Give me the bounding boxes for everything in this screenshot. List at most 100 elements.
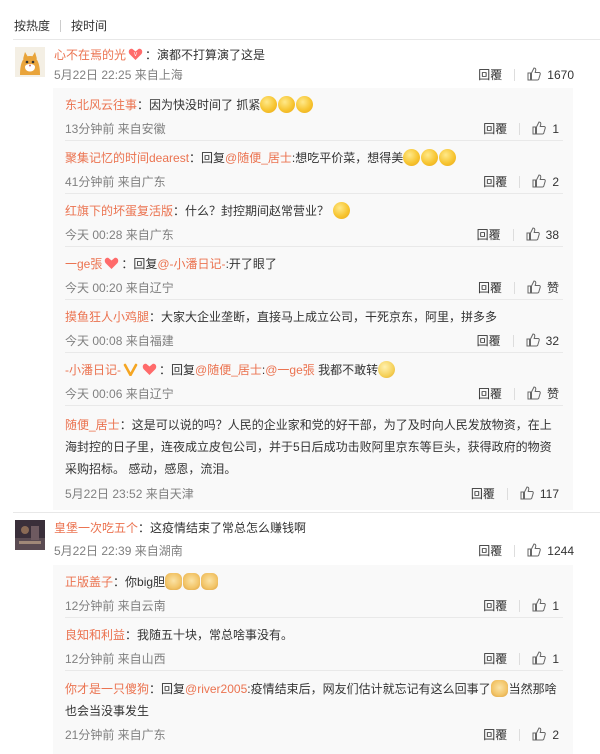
reply-actions: 回覆 2 <box>483 726 559 743</box>
divider <box>65 246 563 247</box>
reply-button[interactable]: 回覆 <box>478 385 502 402</box>
like-button[interactable]: 1 <box>532 121 559 136</box>
doge-emoji-icon <box>183 573 201 590</box>
like-button[interactable]: 38 <box>526 227 559 242</box>
fan-badge-icon: V <box>128 48 143 60</box>
like-button[interactable]: 1 <box>532 651 559 666</box>
thumbs-up-icon <box>532 121 547 135</box>
like-count: 赞 <box>546 387 559 401</box>
reply-actions: 回覆 117 <box>471 485 559 502</box>
reply-button[interactable]: 回覆 <box>478 542 502 559</box>
reply-meta: 13分钟前 来自安徽 <box>65 122 166 136</box>
reply-text: 良知和利益：我随五十块，常总啥事没有。 <box>65 628 294 642</box>
username-link[interactable]: 摸鱼狂人小鸡腿 <box>65 310 149 324</box>
reply-text: 红旗下的坏蛋复活版：什么？封控期间赵常营业？ <box>65 202 351 220</box>
like-button[interactable]: 1 <box>532 598 559 613</box>
like-count: 1 <box>552 122 559 136</box>
like-count: 1244 <box>547 544 574 558</box>
divider <box>65 193 563 194</box>
like-button[interactable]: 赞 <box>527 385 559 402</box>
smile-emoji-icon <box>403 149 421 166</box>
like-button[interactable]: 32 <box>526 333 559 348</box>
like-count: 32 <box>545 334 559 348</box>
like-button[interactable]: 赞 <box>527 279 559 296</box>
reply-actions: 回覆 1 <box>483 597 559 614</box>
reply-text: 你才是一只傻狗：回复@river2005:疫情结束后，网友们估计就忘记有这么回事… <box>65 680 557 718</box>
reply-meta: 12分钟前 来自山西 <box>65 652 166 666</box>
username-link[interactable]: -小潘日记- <box>65 363 121 377</box>
like-button[interactable]: 2 <box>532 174 559 189</box>
comment-text: 心不在焉的光 V ：演都不打算演了这是 <box>54 48 266 62</box>
username-link[interactable]: 你才是一只傻狗 <box>65 682 149 696</box>
reply-text: 随便_居士：这是可以说的吗？人民的企业家和党的好干部，为了及时向人民发放物资，在… <box>65 418 552 476</box>
reply-button[interactable]: 回覆 <box>483 726 507 743</box>
divider <box>519 123 521 135</box>
username-link[interactable]: 东北风云往事 <box>65 98 137 112</box>
reply-button[interactable]: 回覆 <box>478 66 502 83</box>
divider <box>514 545 516 557</box>
divider <box>519 653 521 665</box>
avatar[interactable] <box>15 520 45 550</box>
comment-actions: 回覆 1670 <box>478 66 574 83</box>
reply-button[interactable]: 回覆 <box>483 120 507 137</box>
like-button[interactable]: 2 <box>532 727 559 742</box>
mention-link[interactable]: @随便_居士 <box>225 151 292 165</box>
doge-emoji-icon <box>165 573 183 590</box>
sort-by-hot-tab[interactable]: 按热度 <box>14 17 50 34</box>
reply-button[interactable]: 回覆 <box>478 279 502 296</box>
reply-meta: 今天 00:28 来自广东 <box>65 228 174 242</box>
like-button[interactable]: 1244 <box>527 543 574 558</box>
reply-button[interactable]: 回覆 <box>483 597 507 614</box>
reply-text: 东北风云往事：因为快没时间了 抓紧 <box>65 96 314 114</box>
like-button[interactable]: 117 <box>520 486 559 501</box>
reply-meta: 21分钟前 来自广东 <box>65 728 166 742</box>
mention-link[interactable]: @river2005 <box>185 682 247 696</box>
mention-link[interactable]: @一ge張 <box>265 363 315 377</box>
reply-actions: 回覆 38 <box>477 226 559 243</box>
thumbs-up-icon <box>532 727 547 741</box>
fan-badge-icon <box>105 257 119 269</box>
reply-meta: 41分钟前 来自广东 <box>65 175 166 189</box>
username-link[interactable]: 聚集记忆的时间dearest <box>65 151 189 165</box>
comment-text: 皇堡一次吃五个：这疫情结束了常总怎么赚钱啊 <box>54 521 307 535</box>
like-button[interactable]: 1670 <box>527 67 574 82</box>
thumbs-up-icon <box>532 174 547 188</box>
divider <box>514 69 516 81</box>
username-link[interactable]: 良知和利益 <box>65 628 125 642</box>
username-link[interactable]: 皇堡一次吃五个 <box>54 521 138 535</box>
thumbs-up-icon <box>526 333 540 347</box>
like-count: 2 <box>552 728 559 742</box>
reply-meta: 12分钟前 来自云南 <box>65 599 166 613</box>
username-link[interactable]: 一ge張 <box>65 257 102 271</box>
reply-list: 东北风云往事：因为快没时间了 抓紧 13分钟前 来自安徽 回覆 1 聚集记忆的时间… <box>53 88 573 510</box>
username-link[interactable]: 心不在焉的光 <box>54 48 126 62</box>
username-link[interactable]: 随便_居士 <box>65 418 120 432</box>
divider <box>519 729 521 741</box>
username-link[interactable]: 正版盖子 <box>65 575 113 589</box>
reply-actions: 回覆 2 <box>483 173 559 190</box>
verified-v-icon <box>123 363 138 376</box>
like-count: 1 <box>552 652 559 666</box>
divider <box>512 229 514 241</box>
sad-emoji-icon <box>378 361 396 378</box>
divider <box>60 20 62 32</box>
reply-text: 正版盖子：你big胆 <box>65 573 219 591</box>
like-count: 1670 <box>547 68 574 82</box>
reply-button[interactable]: 回覆 <box>477 332 501 349</box>
sort-by-time-tab[interactable]: 按时间 <box>71 17 107 34</box>
divider <box>513 388 515 400</box>
reply-button[interactable]: 回覆 <box>477 226 501 243</box>
reply-text: 聚集记忆的时间dearest：回复@随便_居士:想吃平价菜，想得美 <box>65 149 457 167</box>
divider <box>519 600 521 612</box>
avatar[interactable] <box>15 47 45 77</box>
thumbs-up-icon <box>527 386 541 400</box>
reply-button[interactable]: 回覆 <box>471 485 495 502</box>
divider <box>65 670 563 671</box>
username-link[interactable]: 红旗下的坏蛋复活版 <box>65 204 173 218</box>
reply-button[interactable]: 回覆 <box>483 650 507 667</box>
mention-link[interactable]: @随便_居士 <box>195 363 262 377</box>
reply-actions: 回覆 32 <box>477 332 559 349</box>
reply-button[interactable]: 回覆 <box>483 173 507 190</box>
mention-link[interactable]: @-小潘日记- <box>157 257 225 271</box>
reply-meta: 5月22日 23:52 来自天津 <box>65 487 194 501</box>
